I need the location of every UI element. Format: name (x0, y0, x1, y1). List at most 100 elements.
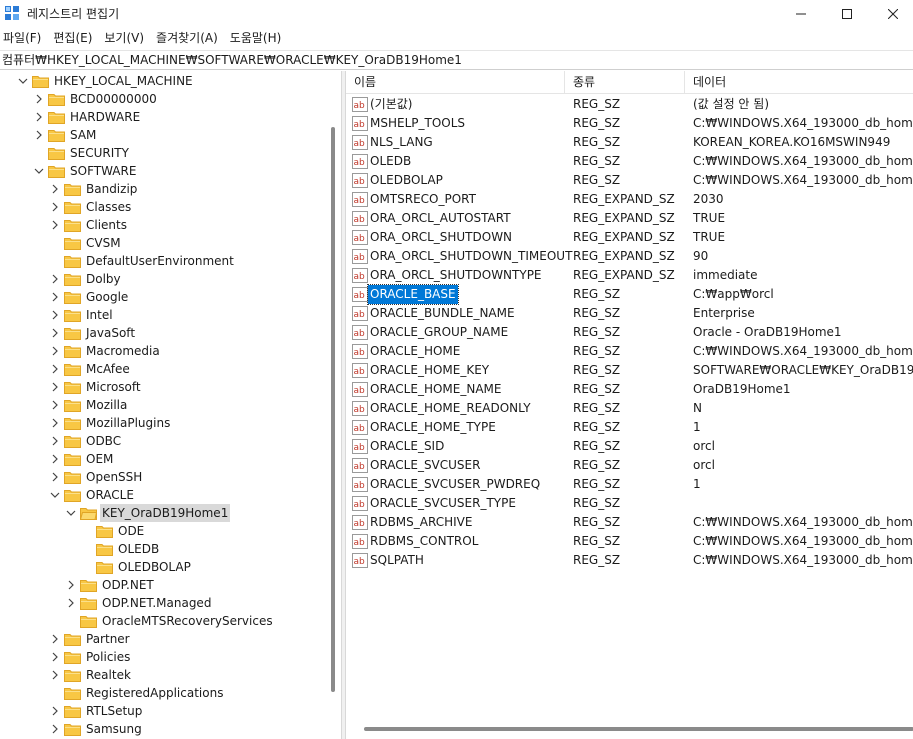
tree-node[interactable]: Bandizip (0, 180, 325, 198)
value-row[interactable]: ab ORACLE_SID REG_SZ orcl (346, 437, 913, 456)
tree-node[interactable]: ODP.NET (0, 576, 325, 594)
chevron-right-icon[interactable] (50, 288, 60, 306)
chevron-down-icon[interactable] (50, 486, 60, 504)
tree-node[interactable]: ODBC (0, 432, 325, 450)
chevron-right-icon[interactable] (50, 360, 60, 378)
chevron-down-icon[interactable] (18, 72, 28, 90)
tree-node[interactable]: OpenSSH (0, 468, 325, 486)
column-header-data[interactable]: 데이터 (685, 71, 913, 94)
tree-node[interactable]: MozillaPlugins (0, 414, 325, 432)
value-row[interactable]: ab ORACLE_HOME_TYPE REG_SZ 1 (346, 418, 913, 437)
chevron-right-icon[interactable] (50, 432, 60, 450)
tree-vertical-scrollbar[interactable] (325, 71, 341, 739)
value-row[interactable]: ab OLEDB REG_SZ C:₩WINDOWS.X64_193000_db_ho… (346, 152, 913, 171)
maximize-button[interactable] (824, 0, 870, 27)
tree-node[interactable]: Classes (0, 198, 325, 216)
minimize-button-alt[interactable] (778, 0, 824, 27)
chevron-right-icon[interactable] (50, 342, 60, 360)
value-row[interactable]: ab SQLPATH REG_SZ C:₩WINDOWS.X64_193000_db_… (346, 551, 913, 570)
value-row[interactable]: ab ORACLE_SVCUSER REG_SZ orcl (346, 456, 913, 475)
menu-file[interactable]: 파일(F) (0, 28, 47, 49)
chevron-right-icon[interactable] (66, 594, 76, 612)
tree-node[interactable]: ODE (0, 522, 325, 540)
tree-node[interactable]: SAM (0, 126, 325, 144)
tree-node[interactable]: Microsoft (0, 378, 325, 396)
key-tree[interactable]: HKEY_LOCAL_MACHINE BCD00000000 HARDWARE SAM… (0, 71, 341, 739)
chevron-right-icon[interactable] (66, 576, 76, 594)
menu-help[interactable]: 도움말(H) (224, 28, 288, 49)
tree-node[interactable]: SECURITY (0, 144, 325, 162)
value-row[interactable]: ab ORACLE_HOME REG_SZ C:₩WINDOWS.X64_193000… (346, 342, 913, 361)
tree-node[interactable]: SOFTWARE (0, 162, 325, 180)
value-row[interactable]: ab ORACLE_BUNDLE_NAME REG_SZ Enterprise (346, 304, 913, 323)
tree-node[interactable]: ODP.NET.Managed (0, 594, 325, 612)
tree-node[interactable]: JavaSoft (0, 324, 325, 342)
value-row[interactable]: ab ORACLE_BASE REG_SZ C:₩app₩orcl (346, 284, 913, 305)
close-button[interactable] (870, 0, 913, 27)
column-header-type[interactable]: 종류 (565, 71, 685, 94)
address-bar[interactable]: 컴퓨터₩HKEY_LOCAL_MACHINE₩SOFTWARE₩ORACLE₩K… (0, 50, 913, 70)
value-row[interactable]: ab ORA_ORCL_SHUTDOWNTYPE REG_EXPAND_SZ imme… (346, 266, 913, 285)
value-row[interactable]: ab ORA_ORCL_AUTOSTART REG_EXPAND_SZ TRUE (346, 209, 913, 228)
chevron-right-icon[interactable] (50, 468, 60, 486)
chevron-right-icon[interactable] (34, 90, 44, 108)
chevron-right-icon[interactable] (50, 216, 60, 234)
list-horizontal-scrollbar[interactable] (346, 719, 913, 739)
menu-view[interactable]: 보기(V) (98, 28, 150, 49)
tree-node[interactable]: Partner (0, 630, 325, 648)
chevron-right-icon[interactable] (50, 324, 60, 342)
chevron-right-icon[interactable] (50, 720, 60, 738)
chevron-right-icon[interactable] (50, 630, 60, 648)
value-row[interactable]: ab ORACLE_HOME_NAME REG_SZ OraDB19Home1 (346, 380, 913, 399)
value-list[interactable]: 이름 종류 데이터 ab (기본값) REG_SZ (값 설정 안 됨) ab MSHEL… (346, 71, 913, 739)
tree-node[interactable]: HKEY_LOCAL_MACHINE (0, 72, 325, 90)
tree-node[interactable]: Dolby (0, 270, 325, 288)
tree-node[interactable]: OLEDBOLAP (0, 558, 325, 576)
tree-node[interactable]: Macromedia (0, 342, 325, 360)
chevron-right-icon[interactable] (50, 180, 60, 198)
value-row[interactable]: ab MSHELP_TOOLS REG_SZ C:₩WINDOWS.X64_19300… (346, 114, 913, 133)
list-scroll-thumb[interactable] (364, 727, 913, 731)
chevron-right-icon[interactable] (50, 648, 60, 666)
tree-node[interactable]: OLEDB (0, 540, 325, 558)
chevron-right-icon[interactable] (50, 450, 60, 468)
tree-node[interactable]: Mozilla (0, 396, 325, 414)
tree-node[interactable]: HARDWARE (0, 108, 325, 126)
chevron-right-icon[interactable] (50, 414, 60, 432)
value-row[interactable]: ab ORACLE_HOME_READONLY REG_SZ N (346, 399, 913, 418)
tree-node[interactable]: McAfee (0, 360, 325, 378)
tree-node[interactable]: Samsung (0, 720, 325, 738)
tree-node[interactable]: Intel (0, 306, 325, 324)
tree-node[interactable]: RegisteredApplications (0, 684, 325, 702)
tree-node[interactable]: DefaultUserEnvironment (0, 252, 325, 270)
menu-favorites[interactable]: 즐겨찾기(A) (150, 28, 224, 49)
chevron-down-icon[interactable] (34, 162, 44, 180)
chevron-down-icon[interactable] (66, 504, 76, 522)
chevron-right-icon[interactable] (50, 270, 60, 288)
tree-node[interactable]: ORACLE (0, 486, 325, 504)
column-header-name[interactable]: 이름 (346, 71, 565, 94)
chevron-right-icon[interactable] (50, 396, 60, 414)
tree-node[interactable]: RTLSetup (0, 702, 325, 720)
chevron-right-icon[interactable] (50, 378, 60, 396)
chevron-right-icon[interactable] (50, 702, 60, 720)
value-row[interactable]: ab ORA_ORCL_SHUTDOWN REG_EXPAND_SZ TRUE (346, 228, 913, 247)
tree-node[interactable]: BCD00000000 (0, 90, 325, 108)
menu-edit[interactable]: 편집(E) (47, 28, 98, 49)
tree-node[interactable]: Clients (0, 216, 325, 234)
tree-node[interactable]: OracleMTSRecoveryServices (0, 612, 325, 630)
value-row[interactable]: ab RDBMS_CONTROL REG_SZ C:₩WINDOWS.X64_1930… (346, 532, 913, 551)
chevron-right-icon[interactable] (50, 666, 60, 684)
tree-node[interactable]: OEM (0, 450, 325, 468)
tree-node[interactable]: CVSM (0, 234, 325, 252)
value-row[interactable]: ab OMTSRECO_PORT REG_EXPAND_SZ 2030 (346, 190, 913, 209)
value-row[interactable]: ab (기본값) REG_SZ (값 설정 안 됨) (346, 95, 913, 114)
chevron-right-icon[interactable] (34, 126, 44, 144)
value-row[interactable]: ab ORACLE_GROUP_NAME REG_SZ Oracle - OraDB1… (346, 323, 913, 342)
chevron-right-icon[interactable] (50, 306, 60, 324)
value-row[interactable]: ab ORA_ORCL_SHUTDOWN_TIMEOUT REG_EXPAND_SZ… (346, 247, 913, 266)
tree-scroll-thumb[interactable] (331, 127, 335, 692)
value-row[interactable]: ab NLS_LANG REG_SZ KOREAN_KOREA.KO16MSWIN94… (346, 133, 913, 152)
value-row[interactable]: ab ORACLE_SVCUSER_PWDREQ REG_SZ 1 (346, 475, 913, 494)
value-row[interactable]: ab ORACLE_HOME_KEY REG_SZ SOFTWARE₩ORACLE₩K… (346, 361, 913, 380)
